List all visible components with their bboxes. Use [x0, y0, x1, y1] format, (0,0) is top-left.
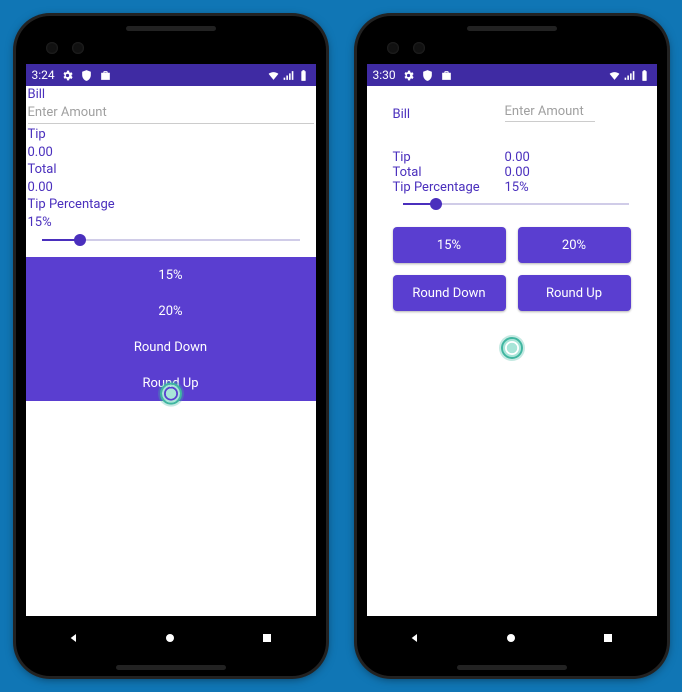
nav-back-button[interactable] — [407, 630, 423, 650]
nav-recent-button[interactable] — [600, 630, 616, 650]
total-label: Total — [393, 165, 481, 180]
wifi-icon — [608, 69, 621, 82]
nav-back-button[interactable] — [66, 630, 82, 650]
briefcase-icon — [440, 69, 453, 82]
phone-sensors — [46, 42, 84, 54]
total-label: Total — [28, 161, 314, 179]
status-bar: 3:30 — [367, 64, 657, 86]
total-value: 0.00 — [28, 179, 314, 197]
screen: 3:30 Bill Enter Amount Tip 0.00 — [367, 64, 657, 616]
bill-input[interactable]: Enter Amount — [505, 104, 595, 122]
screen: 3:24 Bill Enter Amount Tip 0.00 Total 0.… — [26, 64, 316, 616]
round-up-button[interactable]: Round Up — [26, 365, 316, 401]
tip-value: 0.00 — [28, 144, 314, 162]
tip-20-button[interactable]: 20% — [518, 227, 631, 263]
tip-percentage-label: Tip Percentage — [28, 196, 314, 214]
status-time: 3:30 — [373, 68, 396, 82]
bill-label: Bill — [28, 86, 314, 104]
gear-icon — [402, 69, 415, 82]
briefcase-icon — [99, 69, 112, 82]
phone-frame-left: 3:24 Bill Enter Amount Tip 0.00 Total 0.… — [16, 16, 326, 676]
gear-icon — [61, 69, 74, 82]
nav-recent-button[interactable] — [259, 630, 275, 650]
phone-frame-right: 3:30 Bill Enter Amount Tip 0.00 — [357, 16, 667, 676]
tip-15-button[interactable]: 15% — [26, 257, 316, 293]
round-up-button[interactable]: Round Up — [518, 275, 631, 311]
status-bar: 3:24 — [26, 64, 316, 86]
tip-percentage-value: 15% — [28, 214, 314, 232]
bill-label: Bill — [393, 107, 481, 122]
battery-icon — [638, 69, 651, 82]
tip-label: Tip — [28, 126, 314, 144]
shield-icon — [421, 69, 434, 82]
tip-percentage-value: 15% — [505, 180, 529, 195]
nav-home-button[interactable] — [503, 630, 519, 650]
signal-icon — [623, 69, 636, 82]
touch-indicator-icon — [160, 383, 182, 405]
tip-button-grid: 15% 20% Round Down Round Up — [393, 227, 631, 311]
tip-value: 0.00 — [505, 150, 530, 165]
nav-home-button[interactable] — [162, 630, 178, 650]
signal-icon — [282, 69, 295, 82]
status-time: 3:24 — [32, 68, 55, 82]
tip-20-button[interactable]: 20% — [26, 293, 316, 329]
round-down-button[interactable]: Round Down — [26, 329, 316, 365]
tip-button-list: 15% 20% Round Down Round Up — [26, 257, 316, 401]
shield-icon — [80, 69, 93, 82]
android-nav-bar — [367, 620, 657, 660]
phone-sensors — [387, 42, 425, 54]
tip-slider[interactable] — [403, 195, 629, 213]
wifi-icon — [267, 69, 280, 82]
round-down-button[interactable]: Round Down — [393, 275, 506, 311]
touch-indicator-icon — [501, 337, 523, 359]
tip-label: Tip — [393, 150, 481, 165]
android-nav-bar — [26, 620, 316, 660]
bill-input[interactable]: Enter Amount — [28, 104, 314, 125]
tip-slider[interactable] — [42, 231, 300, 249]
battery-icon — [297, 69, 310, 82]
tip-percentage-label: Tip Percentage — [393, 180, 481, 195]
total-value: 0.00 — [505, 165, 530, 180]
tip-15-button[interactable]: 15% — [393, 227, 506, 263]
